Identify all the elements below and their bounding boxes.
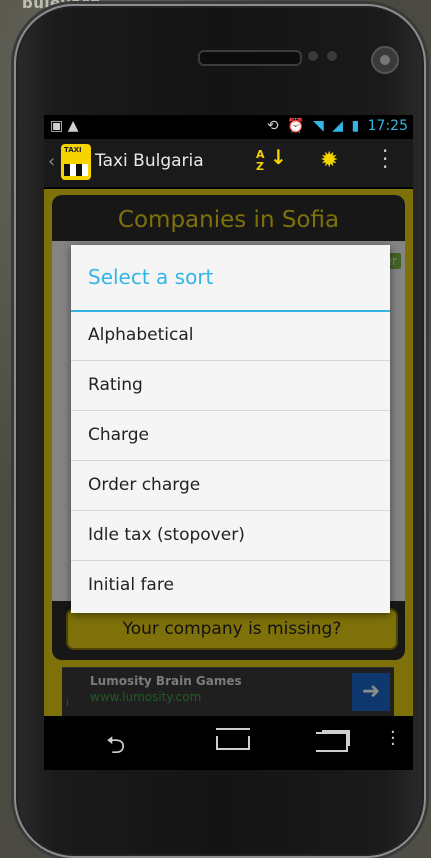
back-icon[interactable]: ⮌: [106, 728, 125, 769]
battery-icon: ▮: [351, 118, 360, 134]
front-camera: [371, 46, 399, 74]
light-sensor: [327, 51, 337, 61]
sort-option-rating[interactable]: Rating: [71, 362, 390, 411]
action-bar: ‹ TAXI Taxi Bulgaria A Z ↓ ✹ · · ·: [44, 139, 413, 189]
gear-icon[interactable]: ✹: [320, 148, 338, 173]
sync-icon: ⟲: [266, 118, 279, 134]
recent-apps-icon[interactable]: [316, 732, 348, 752]
sort-dialog: Select a sort Alphabetical Rating Charge…: [71, 245, 390, 613]
sort-label: A Z: [256, 148, 265, 173]
sort-option-idle-tax[interactable]: Idle tax (stopover): [71, 512, 390, 561]
sort-option-alphabetical[interactable]: Alphabetical: [71, 312, 390, 361]
option-label: Alphabetical: [88, 325, 194, 345]
sort-az-icon[interactable]: A Z ↓: [256, 147, 287, 173]
signal-icon: ◢: [332, 118, 344, 134]
app-icon-text: TAXI: [64, 146, 82, 154]
alarm-icon: ⏰: [287, 118, 305, 134]
option-label: Charge: [88, 425, 150, 445]
overflow-menu-icon[interactable]: · · ·: [382, 141, 388, 177]
bell-notification-icon: ▲: [67, 118, 79, 134]
option-label: Initial fare: [88, 575, 174, 595]
option-label: Rating: [88, 375, 143, 395]
app-title: Taxi Bulgaria: [95, 151, 204, 171]
up-chevron-icon[interactable]: ‹: [48, 151, 55, 172]
home-icon[interactable]: [216, 728, 250, 750]
earpiece-speaker: [198, 50, 302, 66]
down-arrow-icon: ↓: [270, 145, 287, 169]
notification-icons: ▣ ▲: [50, 118, 78, 134]
sort-option-charge[interactable]: Charge: [71, 412, 390, 461]
menu-icon[interactable]: · · ·: [390, 724, 396, 754]
system-icons: ⟲ ⏰ ◥ ◢ ▮ 17:25: [263, 118, 408, 134]
wifi-icon: ◥: [313, 118, 324, 134]
dialog-title: Select a sort: [88, 265, 214, 289]
clock: 17:25: [367, 118, 408, 134]
option-label: Order charge: [88, 475, 201, 495]
status-bar: ▣ ▲ ⟲ ⏰ ◥ ◢ ▮ 17:25: [44, 115, 413, 139]
option-label: Idle tax (stopover): [88, 525, 245, 545]
device-screen: ▣ ▲ ⟲ ⏰ ◥ ◢ ▮ 17:25 ‹ TAXI Taxi Bulgaria…: [44, 115, 413, 770]
proximity-sensor: [308, 51, 318, 61]
image-notification-icon: ▣: [50, 118, 64, 134]
navigation-bar: ⮌ · · ·: [44, 716, 413, 770]
sort-option-order-charge[interactable]: Order charge: [71, 462, 390, 511]
taxi-app-icon[interactable]: TAXI: [61, 144, 91, 180]
sort-option-initial-fare[interactable]: Initial fare: [71, 562, 390, 611]
